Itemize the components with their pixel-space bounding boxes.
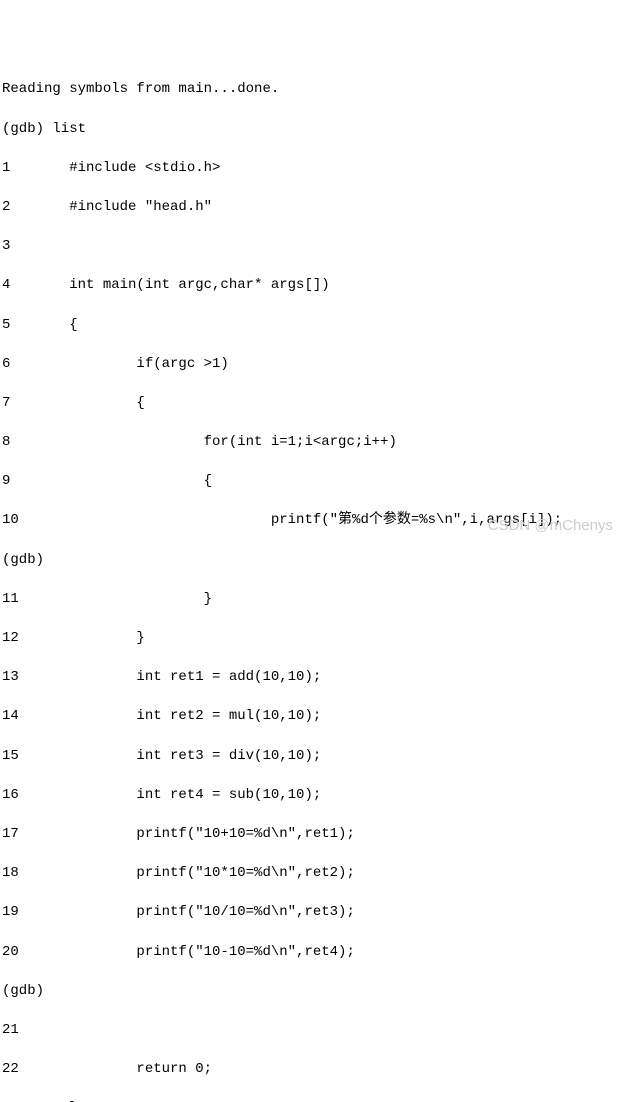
code-line-16: 16 int ret4 = sub(10,10); (2, 786, 626, 806)
gdb-list-command: (gdb) list (2, 120, 626, 140)
reading-symbols-line: Reading symbols from main...done. (2, 80, 626, 100)
code-line-17: 17 printf("10+10=%d\n",ret1); (2, 825, 626, 845)
code-line-21: 21 (2, 1021, 626, 1041)
code-line-2: 2 #include "head.h" (2, 198, 626, 218)
code-line-6: 6 if(argc >1) (2, 355, 626, 375)
code-line-20: 20 printf("10-10=%d\n",ret4); (2, 943, 626, 963)
code-line-9: 9 { (2, 472, 626, 492)
code-line-7: 7 { (2, 394, 626, 414)
code-line-8: 8 for(int i=1;i<argc;i++) (2, 433, 626, 453)
code-line-14: 14 int ret2 = mul(10,10); (2, 707, 626, 727)
code-line-4: 4 int main(int argc,char* args[]) (2, 276, 626, 296)
code-line-15: 15 int ret3 = div(10,10); (2, 747, 626, 767)
code-line-12: 12 } (2, 629, 626, 649)
code-line-22: 22 return 0; (2, 1060, 626, 1080)
code-line-19: 19 printf("10/10=%d\n",ret3); (2, 903, 626, 923)
code-line-11: 11 } (2, 590, 626, 610)
code-line-5: 5 { (2, 316, 626, 336)
gdb-prompt-2[interactable]: (gdb) (2, 982, 626, 1002)
code-line-3: 3 (2, 237, 626, 257)
code-line-1: 1 #include <stdio.h> (2, 159, 626, 179)
code-line-10: 10 printf("第%d个参数=%s\n",i,args[i]); (2, 511, 626, 531)
code-line-18: 18 printf("10*10=%d\n",ret2); (2, 864, 626, 884)
gdb-prompt-1[interactable]: (gdb) (2, 551, 626, 571)
code-line-13: 13 int ret1 = add(10,10); (2, 668, 626, 688)
code-line-23: 23 } (2, 1099, 626, 1102)
